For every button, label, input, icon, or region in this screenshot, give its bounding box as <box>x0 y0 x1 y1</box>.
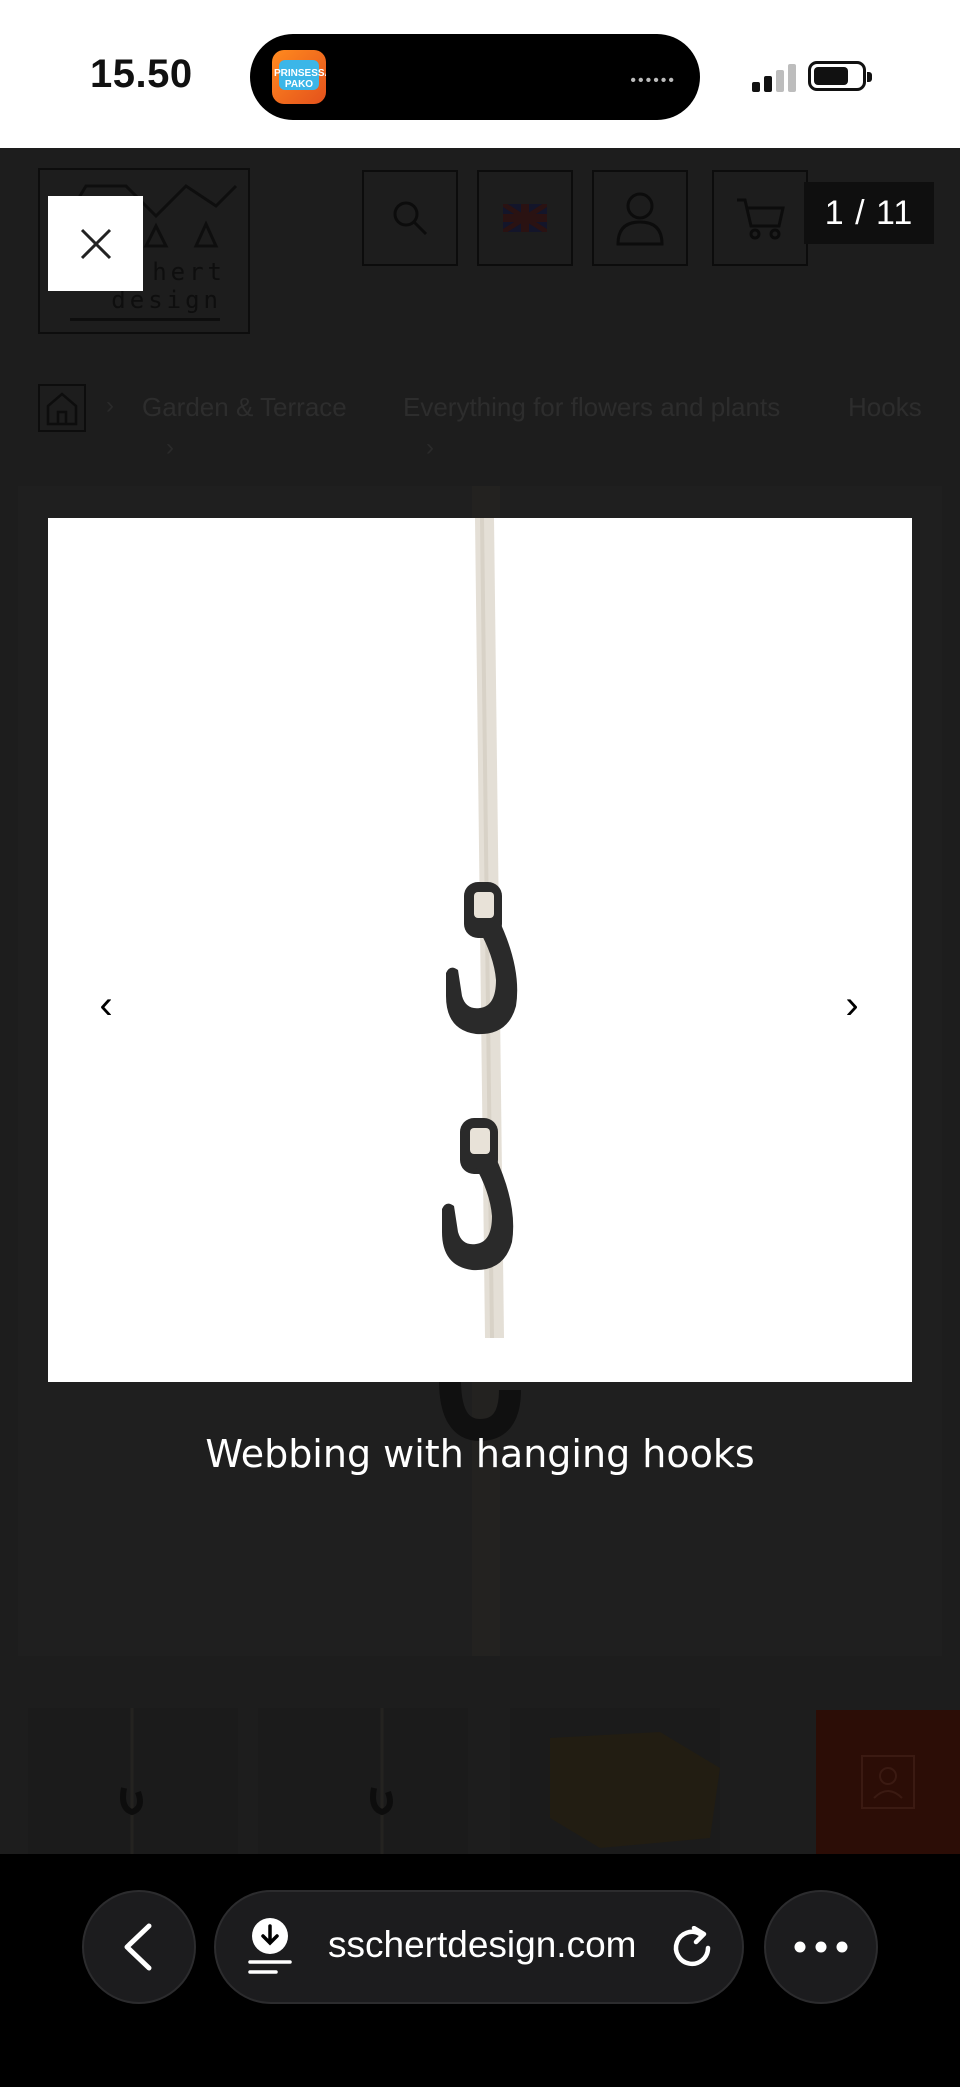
browser-toolbar: sschertdesign.com <box>0 1854 960 2087</box>
breadcrumb: › Garden & Terrace › Everything for flow… <box>38 384 960 464</box>
thumbnail-2[interactable] <box>258 1708 468 1854</box>
account-icon <box>616 192 664 246</box>
breadcrumb-item-1[interactable]: Garden & Terrace <box>142 392 347 423</box>
live-activity-dots-icon: •••••• <box>630 72 676 89</box>
address-bar[interactable]: sschertdesign.com <box>214 1890 744 2004</box>
breadcrumb-chevron-icon: › <box>106 392 114 419</box>
reload-icon[interactable] <box>670 1926 716 1972</box>
status-time: 15.50 <box>90 52 193 96</box>
previous-image-button[interactable]: ‹ <box>76 975 136 1035</box>
back-button[interactable] <box>82 1890 196 2004</box>
search-icon <box>393 201 428 236</box>
back-arrow-icon <box>124 1923 152 1971</box>
account-button[interactable] <box>592 170 688 266</box>
logo-text-1: hert <box>152 258 226 286</box>
breadcrumb-item-3[interactable]: Hooks <box>848 392 922 423</box>
next-image-button[interactable]: › <box>822 975 882 1035</box>
home-icon <box>46 392 78 426</box>
url-text: sschertdesign.com <box>328 1924 637 1965</box>
language-button[interactable] <box>477 170 573 266</box>
screen: 15.50 PRINSESSAN PAKO •••••• hert desig <box>0 0 960 2087</box>
lower-hook <box>442 1118 514 1271</box>
cellular-signal-icon <box>752 64 798 92</box>
language-flag-uk-icon <box>503 204 547 232</box>
image-counter: 1 / 11 <box>804 182 934 244</box>
more-button[interactable] <box>764 1890 878 2004</box>
webbing-hooks-image <box>442 518 518 1338</box>
image-caption: Webbing with hanging hooks <box>205 1432 755 1476</box>
status-bar: 15.50 PRINSESSAN PAKO •••••• <box>0 0 960 148</box>
chat-user-icon <box>861 1755 915 1809</box>
chat-button[interactable] <box>816 1710 960 1854</box>
cart-button[interactable] <box>712 170 808 266</box>
breadcrumb-item-2[interactable]: Everything for flowers and plants <box>403 392 780 423</box>
lightbox-image <box>48 518 912 1382</box>
breadcrumb-home[interactable] <box>38 384 86 432</box>
close-icon <box>80 228 111 259</box>
thumbnail-1[interactable] <box>28 1708 238 1854</box>
search-button[interactable] <box>362 170 458 266</box>
thumbnail-3[interactable] <box>510 1708 720 1854</box>
download-icon <box>248 1918 292 1974</box>
battery-icon <box>808 61 872 91</box>
close-button[interactable] <box>48 196 143 291</box>
breadcrumb-chevron-icon: › <box>426 434 434 461</box>
more-dots-icon <box>794 1941 848 1953</box>
cart-icon <box>737 198 785 240</box>
breadcrumb-chevron-icon: › <box>166 434 174 461</box>
live-activity-app-icon: PRINSESSAN PAKO <box>272 50 326 104</box>
live-activity-app-name: PRINSESSAN PAKO <box>274 68 326 90</box>
dynamic-island[interactable]: PRINSESSAN PAKO •••••• <box>250 34 700 120</box>
